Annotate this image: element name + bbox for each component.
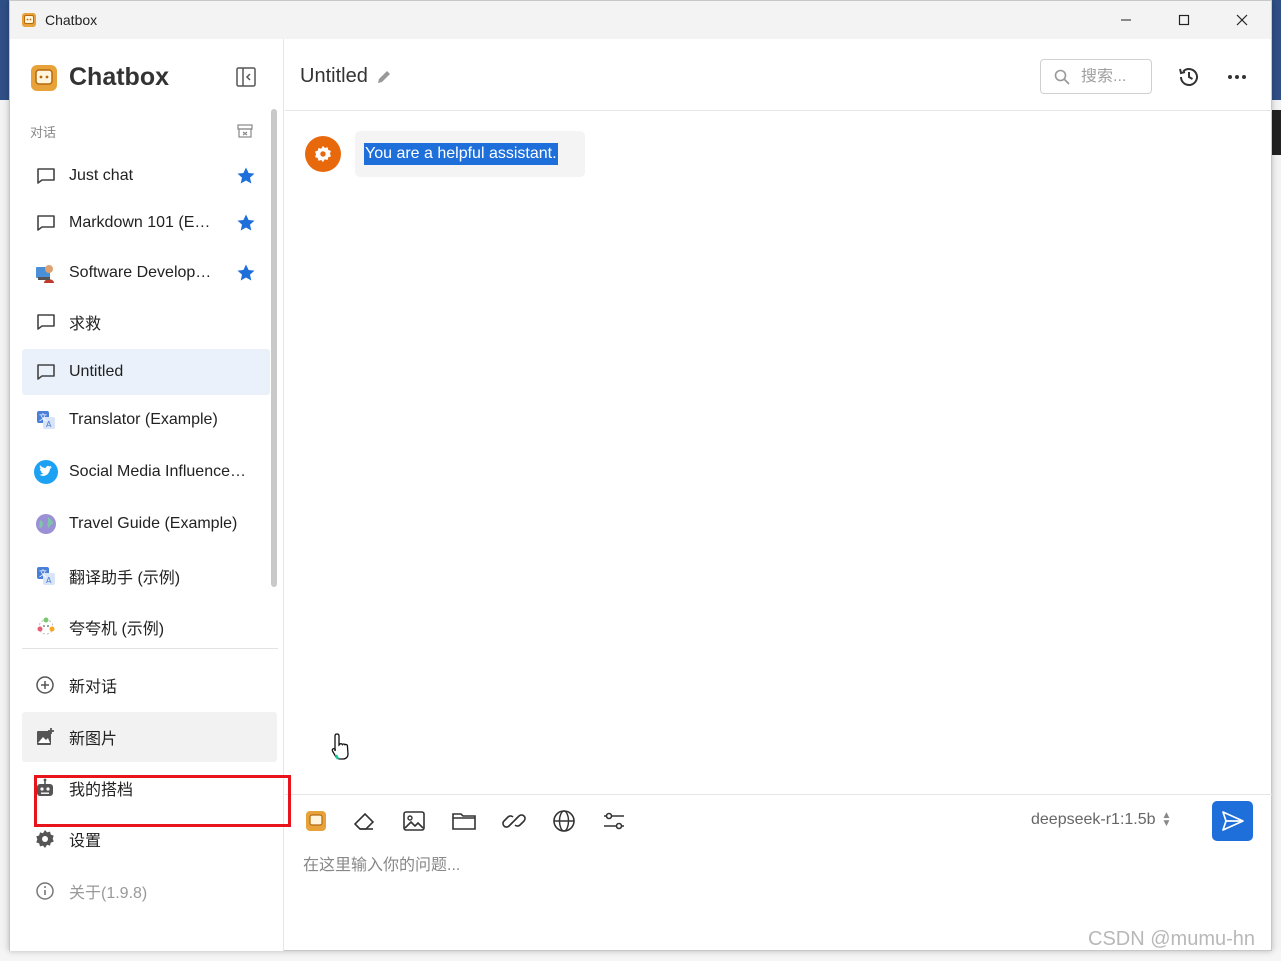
conversation-title-text: Untitled	[300, 65, 368, 87]
watermark-text: CSDN @mumu-hn	[1088, 928, 1256, 950]
conversation-label: Markdown 101 (E…	[69, 214, 211, 231]
conversation-item[interactable]: Software Develop…	[22, 250, 270, 296]
conversation-item[interactable]: 求救	[22, 299, 270, 345]
chat-header: Untitled	[285, 39, 1272, 111]
attach-link-button[interactable]	[501, 808, 527, 834]
brand: Chatbox	[30, 63, 169, 92]
search-box[interactable]	[1040, 59, 1152, 94]
collapse-sidebar-icon[interactable]	[235, 66, 257, 88]
conversation-label: Social Media Influence…	[69, 463, 246, 480]
conversation-item-active[interactable]: Untitled	[22, 349, 270, 395]
gear-icon	[315, 145, 331, 163]
send-button[interactable]	[1212, 801, 1253, 841]
attach-file-button[interactable]	[451, 808, 477, 834]
hand-pointer-cursor-icon	[331, 733, 349, 760]
chat-bubble-icon	[37, 215, 55, 231]
info-icon	[36, 882, 54, 900]
conversation-label: Software Develop…	[69, 264, 212, 281]
chat-settings-button[interactable]	[601, 808, 627, 834]
svg-text:A: A	[46, 576, 52, 585]
conversation-label: 求救	[69, 316, 102, 333]
chat-main: Untitled You are a helpful assistant.	[285, 39, 1272, 951]
attach-image-button[interactable]	[401, 808, 427, 834]
archive-icon[interactable]	[236, 122, 254, 140]
web-search-button[interactable]	[551, 808, 577, 834]
conversation-label: 翻译助手 (示例)	[69, 570, 181, 587]
folder-icon	[452, 813, 476, 830]
link-icon	[502, 814, 526, 828]
message-input[interactable]	[303, 851, 1203, 891]
image-icon	[403, 811, 425, 831]
flower-avatar-icon	[37, 617, 55, 635]
conversation-item[interactable]: 夸夸机 (示例)	[22, 604, 270, 650]
sliders-icon	[604, 812, 624, 830]
conversation-label: 夸夸机 (示例)	[69, 621, 165, 638]
chat-bubble-icon	[37, 314, 55, 330]
conversation-item[interactable]: Travel Guide (Example)	[22, 501, 270, 547]
send-icon	[1221, 811, 1244, 831]
globe-avatar-icon	[36, 514, 56, 534]
settings-label: 设置	[69, 833, 102, 850]
system-avatar	[305, 136, 341, 172]
chatbox-app-icon	[22, 13, 36, 27]
gear-icon	[36, 830, 54, 848]
model-name: deepseek-r1:1.5b	[1031, 811, 1156, 828]
model-selector[interactable]: deepseek-r1:1.5b ▲ ▼	[1031, 811, 1171, 829]
minimize-button[interactable]	[1097, 1, 1155, 39]
system-message-text: You are a helpful assistant.	[364, 143, 558, 165]
chatbox-logo-icon	[31, 64, 57, 91]
chatbox-logo-tool[interactable]	[303, 808, 329, 834]
new-image-button[interactable]: 新图片	[22, 712, 277, 762]
new-image-label: 新图片	[69, 731, 118, 748]
title-bar: Chatbox	[10, 1, 1271, 39]
twitter-avatar-icon	[34, 460, 58, 484]
conversation-item[interactable]: 文 A Translator (Example)	[22, 397, 270, 443]
conversation-label: Untitled	[69, 363, 124, 380]
search-icon	[1054, 69, 1070, 85]
translator-avatar-icon: 文 A	[37, 567, 55, 585]
chat-bubble-icon	[37, 168, 55, 184]
conversation-item[interactable]: Social Media Influence…	[22, 449, 270, 495]
developer-avatar-icon	[36, 265, 54, 283]
sidebar-divider	[22, 648, 278, 649]
star-icon[interactable]	[236, 166, 256, 186]
about-label: 关于(1.9.8)	[69, 885, 148, 902]
conversation-label: Just chat	[69, 167, 134, 184]
star-icon[interactable]	[236, 213, 256, 233]
close-button[interactable]	[1213, 1, 1271, 39]
maximize-button[interactable]	[1155, 1, 1213, 39]
conversations-section-label: 对话	[30, 125, 57, 140]
sidebar-scrollbar[interactable]	[271, 109, 277, 587]
new-chat-label: 新对话	[69, 679, 118, 696]
clear-eraser-button[interactable]	[351, 808, 377, 834]
conversation-item[interactable]: Just chat	[22, 153, 270, 199]
star-icon[interactable]	[236, 263, 256, 283]
about-button[interactable]: 关于(1.9.8)	[22, 866, 277, 916]
add-image-icon	[37, 728, 54, 745]
svg-text:A: A	[46, 420, 52, 429]
updown-chevron-icon: ▲ ▼	[1161, 810, 1172, 829]
app-window: Chatbox Chatbox 对话 Just chat Markdown 10…	[9, 0, 1272, 951]
conversation-item[interactable]: 文 A 翻译助手 (示例)	[22, 553, 270, 599]
system-message-bubble[interactable]: You are a helpful assistant.	[355, 131, 585, 177]
settings-highlight-box	[34, 775, 291, 827]
conversation-item[interactable]: Markdown 101 (E…	[22, 200, 270, 246]
conversation-label: Travel Guide (Example)	[69, 515, 238, 532]
translator-avatar-icon: 文 A	[37, 411, 55, 429]
conversation-title[interactable]: Untitled	[300, 65, 392, 88]
brand-name: Chatbox	[69, 63, 169, 91]
more-options-icon[interactable]	[1226, 66, 1248, 88]
globe-icon	[553, 810, 575, 832]
window-title: Chatbox	[45, 12, 98, 28]
edit-pencil-icon[interactable]	[376, 69, 392, 85]
new-chat-button[interactable]: 新对话	[22, 660, 277, 710]
search-input[interactable]	[1081, 67, 1151, 86]
history-icon[interactable]	[1176, 64, 1202, 90]
eraser-icon	[353, 812, 375, 830]
chatbox-small-icon	[306, 811, 326, 831]
plus-circle-icon	[36, 676, 54, 694]
chat-bubble-icon	[37, 364, 55, 380]
conversation-label: Translator (Example)	[69, 411, 218, 428]
desktop-right-edge	[1271, 0, 1281, 961]
